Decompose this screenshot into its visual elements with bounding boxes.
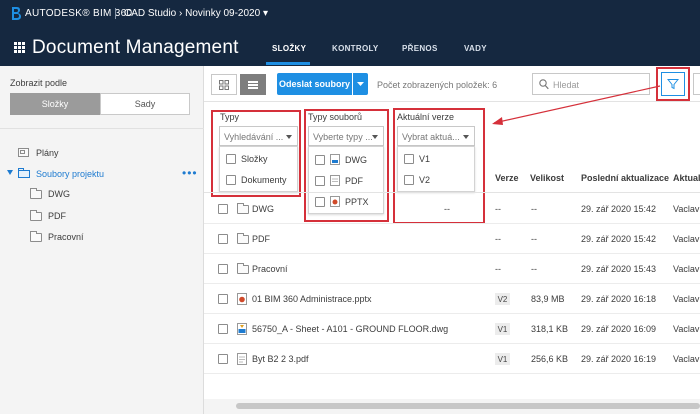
plans-icon	[18, 148, 29, 157]
app-title: Document Management	[32, 37, 239, 58]
tree-item-dwg[interactable]: DWG	[30, 187, 70, 199]
file-name[interactable]: 56750_A - Sheet - A101 - GROUND FLOOR.dw…	[252, 324, 448, 334]
filter-types-highlight	[211, 110, 301, 197]
header-divider	[115, 8, 116, 19]
file-name[interactable]: Pracovní	[252, 264, 288, 274]
row-extra: --	[444, 204, 450, 214]
row-checkbox[interactable]	[218, 324, 228, 334]
file-updated: 29. zář 2020 15:43	[581, 264, 657, 274]
more-options-icon[interactable]: •••	[182, 166, 198, 180]
folder-icon	[237, 203, 249, 214]
segment-slozky[interactable]: Složky	[10, 93, 100, 115]
folder-icon	[30, 187, 42, 199]
file-updated: 29. zář 2020 15:42	[581, 234, 657, 244]
scrollbar-thumb[interactable]	[236, 403, 700, 409]
row-checkbox[interactable]	[218, 294, 228, 304]
annotation-arrow-icon	[492, 85, 661, 125]
tab-slozky[interactable]: SLOŽKY	[272, 44, 306, 53]
file-version: --	[495, 234, 501, 244]
file-name[interactable]: Byt B2 2 3.pdf	[252, 354, 309, 364]
column-header-updated[interactable]: Poslední aktualizace	[581, 173, 669, 183]
row-checkbox[interactable]	[218, 264, 228, 274]
segment-sady[interactable]: Sady	[100, 93, 190, 115]
view-by-label: Zobrazit podle	[10, 78, 68, 88]
active-tab-indicator	[266, 62, 310, 65]
brand-name: AUTODESK® BIM 360	[25, 8, 133, 19]
file-name[interactable]: 01 BIM 360 Administrace.pptx	[252, 294, 372, 304]
folder-icon	[30, 209, 42, 221]
file-updated: 29. zář 2020 16:09	[581, 324, 657, 334]
table-row[interactable]: 01 BIM 360 Administrace.pptx V2 83,9 MB …	[204, 285, 700, 314]
file-updated-by: Vaclav S	[673, 234, 700, 244]
file-updated: 29. zář 2020 16:18	[581, 294, 657, 304]
file-updated-by: Vaclav S	[673, 204, 700, 214]
column-header-size[interactable]: Velikost	[530, 173, 564, 183]
upload-files-button[interactable]: Odeslat soubory	[277, 73, 352, 95]
file-version[interactable]: V1	[495, 353, 510, 365]
more-toolbar-button[interactable]	[693, 73, 700, 95]
table-row[interactable]: 56750_A - Sheet - A101 - GROUND FLOOR.dw…	[204, 315, 700, 344]
top-bar: AUTODESK® BIM 360 CAD Studio › Novinky 0…	[0, 0, 700, 66]
row-checkbox[interactable]	[218, 204, 228, 214]
list-view-icon	[248, 80, 258, 89]
tab-vady[interactable]: VADY	[464, 44, 487, 53]
file-version[interactable]: V2	[495, 293, 510, 305]
file-updated: 29. zář 2020 16:19	[581, 354, 657, 364]
file-name[interactable]: PDF	[252, 234, 270, 244]
sidebar-divider	[0, 128, 204, 129]
file-name[interactable]: DWG	[252, 204, 274, 214]
file-updated-by: Vaclav S	[673, 324, 700, 334]
file-version: --	[495, 264, 501, 274]
expand-arrow-icon[interactable]	[7, 170, 13, 175]
tab-prenos[interactable]: PŘENOS	[402, 44, 438, 53]
file-updated-by: Vaclav S	[673, 354, 700, 364]
table-row[interactable]: PDF -- -- 29. zář 2020 15:42 Vaclav S	[204, 225, 700, 254]
bim360-logo-icon	[12, 7, 21, 20]
header-divider-line	[204, 192, 700, 193]
grid-view-button[interactable]	[211, 74, 237, 95]
tree-label: Soubory projektu	[36, 168, 105, 179]
tree-item-plany[interactable]: Plány	[18, 147, 59, 158]
grid-view-icon	[219, 79, 229, 90]
column-header-updated-by[interactable]: Aktualiz	[673, 173, 700, 183]
folder-icon	[237, 233, 249, 244]
tree-label: DWG	[48, 189, 70, 199]
table-row[interactable]: Pracovní -- -- 29. zář 2020 15:43 Vaclav…	[204, 255, 700, 284]
tab-kontroly[interactable]: KONTROLY	[332, 44, 379, 53]
file-size: --	[531, 234, 537, 244]
tree-item-pdf[interactable]: PDF	[30, 209, 66, 221]
dwg-icon	[237, 323, 247, 335]
table-row[interactable]: DWG -- -- -- 29. zář 2020 15:42 Vaclav S	[204, 195, 700, 224]
file-updated: 29. zář 2020 15:42	[581, 204, 657, 214]
file-version: --	[495, 204, 501, 214]
file-size: 83,9 MB	[531, 294, 565, 304]
file-size: --	[531, 204, 537, 214]
row-checkbox[interactable]	[218, 354, 228, 364]
tree-item-project-files[interactable]: Soubory projektu	[18, 168, 104, 179]
chevron-down-icon	[357, 81, 364, 86]
pptx-icon	[237, 293, 247, 305]
folder-icon	[30, 230, 42, 242]
tree-item-pracovni[interactable]: Pracovní	[30, 230, 84, 242]
file-version[interactable]: V1	[495, 323, 510, 335]
tree-label: PDF	[48, 211, 66, 221]
project-selector[interactable]: CAD Studio › Novinky 09-2020 ▾	[124, 8, 268, 19]
table-row[interactable]: Byt B2 2 3.pdf V1 256,6 KB 29. zář 2020 …	[204, 345, 700, 374]
file-updated-by: Vaclav S	[673, 294, 700, 304]
project-files-icon	[18, 168, 30, 178]
upload-dropdown-button[interactable]	[353, 73, 368, 95]
list-view-button[interactable]	[240, 74, 266, 95]
file-size: --	[531, 264, 537, 274]
file-size: 256,6 KB	[531, 354, 569, 364]
app-grid-icon[interactable]	[14, 42, 25, 53]
file-size: 318,1 KB	[531, 324, 569, 334]
row-checkbox[interactable]	[218, 234, 228, 244]
folder-icon	[237, 263, 249, 274]
tree-label: Plány	[36, 147, 59, 158]
pdf-icon	[237, 353, 247, 365]
column-header-version[interactable]: Verze	[495, 173, 519, 183]
tree-label: Pracovní	[48, 232, 84, 242]
file-updated-by: Vaclav S	[673, 264, 700, 274]
